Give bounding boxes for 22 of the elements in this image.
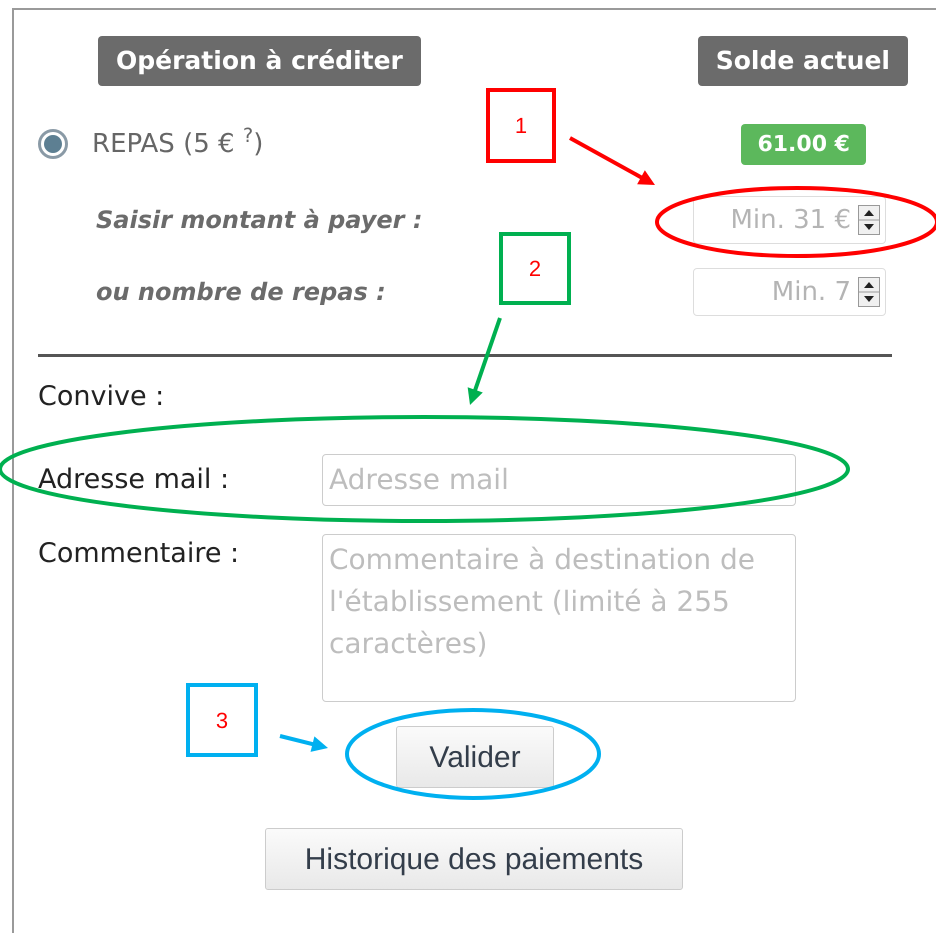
balance-badge: 61.00 € [741,124,866,164]
number-field[interactable]: Min. 31 € [693,196,886,244]
field-label: Commentaire : [38,538,240,569]
comment-field[interactable]: Commentaire à destination de l'établissement (limité à 255 caractères) [322,534,796,702]
spinner-icon[interactable] [858,204,880,234]
spinner-icon[interactable] [858,276,880,306]
radio-button[interactable] [38,129,68,159]
annotation-label: 3 [186,683,258,757]
submit-button[interactable]: Valider [396,726,554,788]
field-label: Convive : [38,380,164,414]
email-field[interactable]: Adresse mail [322,454,796,506]
payment-history-button[interactable]: Historique des paiements [265,828,683,890]
column-header: Opération à créditer [98,36,421,86]
annotation-arrow [280,734,328,752]
annotation-label: 1 [486,88,556,163]
field-label: Saisir montant à payer : [96,204,422,236]
field-label: Adresse mail : [38,464,230,495]
number-field[interactable]: Min. 7 [693,268,886,316]
column-header: Solde actuel [698,36,908,86]
annotation-label: 2 [499,232,571,305]
option-label: REPAS (5 € $^{?}$) [92,124,264,160]
field-label: ou nombre de repas : [96,276,386,308]
